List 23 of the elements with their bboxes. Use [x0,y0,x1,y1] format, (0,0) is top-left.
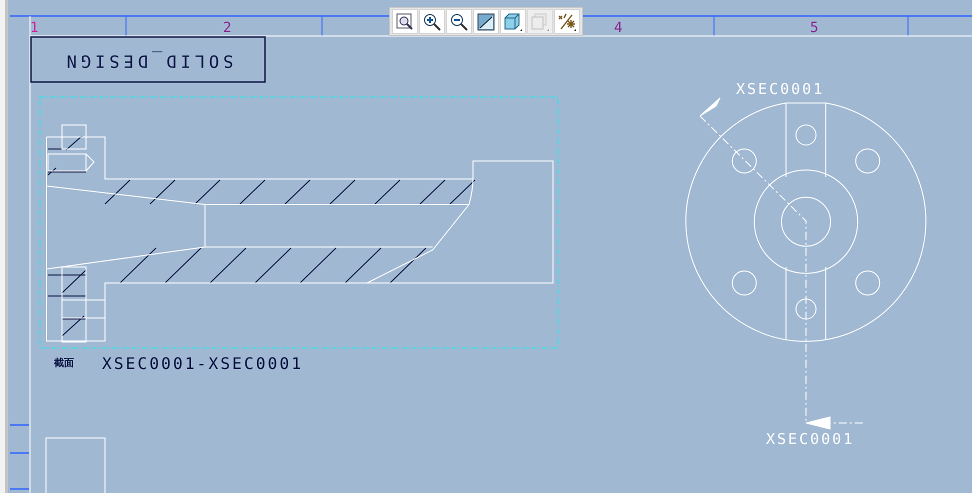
cutting-plane-label: XSEC0001 [766,430,854,448]
zoom-in-icon [423,12,441,30]
repaint-button[interactable] [473,9,499,34]
cutting-plane-label: XSEC0001 [736,80,824,98]
datum-icon [557,12,577,32]
shaded-square-icon [477,12,495,30]
zoom-out-icon [450,12,468,30]
datum-display-button[interactable] [554,9,580,34]
zoom-in-button[interactable] [419,9,445,34]
magnifier-icon [396,12,414,30]
refit-button[interactable] [392,9,418,34]
cube-icon [503,12,523,32]
stacked-pages-icon [530,12,550,32]
section-name: XSEC0001-XSEC0001 [102,354,304,373]
zone-label: 1 [30,20,38,36]
zone-label: 5 [810,20,818,36]
table-frame [46,438,106,493]
zoom-out-button[interactable] [446,9,472,34]
zone-label: 2 [223,20,232,36]
title-text: SOLID_DESIGN [62,50,234,70]
section-caption: 截面 [54,358,74,369]
zone-label: 4 [614,20,622,36]
display-style-button[interactable] [500,9,526,34]
